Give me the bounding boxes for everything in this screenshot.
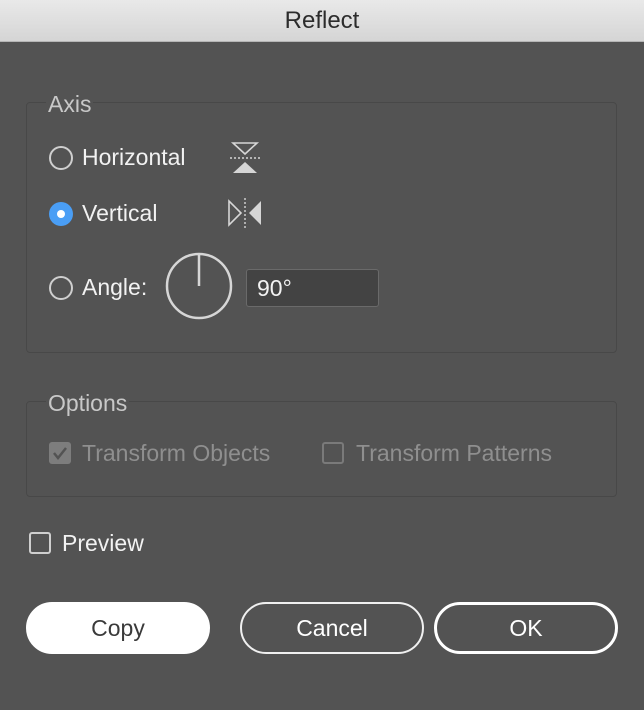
transform-objects-label[interactable]: Transform Objects bbox=[82, 440, 270, 467]
preview-label[interactable]: Preview bbox=[62, 530, 144, 557]
horizontal-radio[interactable] bbox=[49, 146, 73, 170]
axis-group-label: Axis bbox=[46, 91, 94, 118]
reflect-vertical-icon bbox=[228, 198, 261, 228]
angle-dial-icon[interactable] bbox=[164, 250, 234, 322]
transform-patterns-label[interactable]: Transform Patterns bbox=[356, 440, 552, 467]
checkmark-icon bbox=[53, 447, 67, 461]
cancel-button[interactable]: Cancel bbox=[240, 602, 424, 654]
transform-objects-checkbox[interactable] bbox=[49, 442, 71, 464]
horizontal-label[interactable]: Horizontal bbox=[82, 144, 186, 171]
angle-radio[interactable] bbox=[49, 276, 73, 300]
transform-patterns-checkbox[interactable] bbox=[322, 442, 344, 464]
preview-checkbox[interactable] bbox=[29, 532, 51, 554]
copy-button[interactable]: Copy bbox=[26, 602, 210, 654]
options-group-label: Options bbox=[46, 390, 130, 417]
reflect-dialog: Reflect Axis Horizontal Vertical Angle: … bbox=[0, 0, 644, 710]
dialog-title: Reflect bbox=[0, 0, 644, 42]
vertical-label[interactable]: Vertical bbox=[82, 200, 157, 227]
axis-group bbox=[26, 102, 617, 353]
reflect-horizontal-icon bbox=[230, 142, 260, 173]
angle-input[interactable] bbox=[246, 269, 379, 307]
ok-button[interactable]: OK bbox=[434, 602, 618, 654]
angle-label[interactable]: Angle: bbox=[82, 274, 147, 301]
vertical-radio[interactable] bbox=[49, 202, 73, 226]
